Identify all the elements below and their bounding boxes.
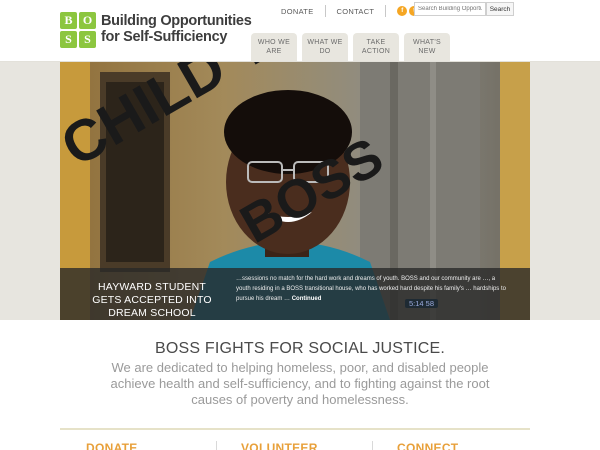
search-input[interactable] — [414, 2, 486, 16]
contact-link[interactable]: CONTACT — [337, 7, 375, 16]
org-name[interactable]: Building Opportunities for Self-Sufficie… — [101, 13, 252, 45]
nav-label-line1: WHAT WE — [307, 39, 343, 46]
donate-heading[interactable]: DONATE — [86, 441, 138, 450]
nav-who-we-are[interactable]: WHO WE ARE — [251, 33, 297, 62]
nav-label-line1: WHO WE — [257, 39, 291, 46]
nav-label-line2: ACTION — [361, 48, 391, 55]
nav-what-we-do[interactable]: WHAT WE DO — [302, 33, 348, 62]
nav-label-line2: ARE — [266, 48, 282, 55]
boss-logo[interactable]: B O S S — [60, 12, 96, 48]
logo-letter-s: S — [60, 31, 77, 48]
donate-link[interactable]: DONATE — [281, 7, 314, 16]
site-header: B O S S Building Opportunities for Self-… — [0, 0, 600, 63]
nav-label-line2: NEW — [418, 48, 436, 55]
nav-label-line2: DO — [319, 48, 331, 55]
connect-heading[interactable]: CONNECT — [397, 441, 458, 450]
nav-label-line1: TAKE — [366, 39, 386, 46]
caption-title[interactable]: HAYWARD STUDENT GETS ACCEPTED INTO DREAM… — [82, 281, 222, 320]
search-button[interactable]: Search — [486, 2, 514, 16]
facebook-icon[interactable]: f — [397, 6, 408, 16]
bottom-divider — [60, 428, 530, 430]
nav-take-action[interactable]: TAKE ACTION — [353, 33, 399, 62]
nav-whats-new[interactable]: WHAT'S NEW — [404, 33, 450, 62]
logo-letter-s2: S — [79, 31, 96, 48]
caption-text: …ssessions no match for the hard work an… — [236, 276, 506, 302]
divider — [372, 441, 373, 450]
video-timestamp: 5:14 58 — [405, 299, 439, 308]
mission-title: BOSS FIGHTS FOR SOCIAL JUSTICE. — [154, 340, 446, 357]
continued-link[interactable]: Continued — [292, 296, 322, 302]
mission-text: We are dedicated to helping homeless, po… — [110, 360, 490, 407]
divider — [216, 441, 217, 450]
org-name-line2: for Self-Sufficiency — [101, 29, 228, 45]
main-nav: WHO WE ARE WHAT WE DO TAKE ACTION WHAT'S… — [251, 33, 450, 62]
divider — [385, 5, 387, 17]
volunteer-heading[interactable]: VOLUNTEER — [241, 441, 318, 450]
hero-caption: HAYWARD STUDENT GETS ACCEPTED INTO DREAM… — [60, 268, 530, 320]
logo-letter-b: B — [60, 12, 77, 29]
caption-body: …ssessions no match for the hard work an… — [236, 274, 508, 304]
logo-letter-o: O — [79, 12, 96, 29]
hero-slide[interactable]: CHILD THEME BOSS HAYWARD STUDENT GETS AC… — [60, 62, 530, 320]
divider — [324, 5, 326, 17]
top-nav: DONATE CONTACT f t @ — [281, 4, 432, 18]
org-name-line1: Building Opportunities — [101, 13, 252, 29]
nav-label-line1: WHAT'S — [413, 39, 441, 46]
